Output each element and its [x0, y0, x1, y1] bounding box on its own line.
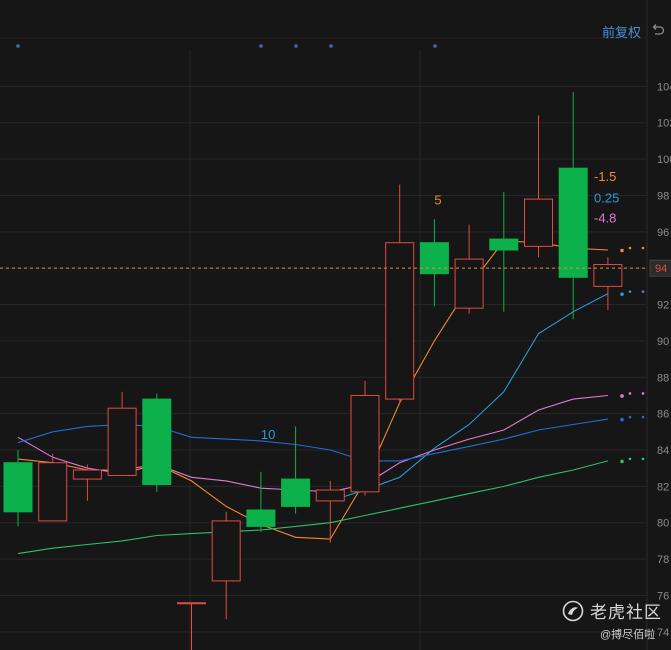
- candle: [454, 224, 484, 314]
- y-tick-label: 80: [657, 518, 669, 530]
- y-tick-label: 86: [657, 409, 669, 421]
- event-marker: [329, 44, 333, 48]
- ma-dot-ma1: [628, 246, 632, 250]
- candlestick-chart: 1041021009896949290888684828078767494510…: [0, 0, 671, 650]
- candle: [107, 391, 137, 476]
- event-marker: [294, 44, 298, 48]
- ma-line-ma5: [17, 460, 609, 555]
- candle: [177, 602, 206, 650]
- candle: [489, 191, 519, 312]
- y-tick-label: 98: [657, 190, 669, 202]
- candle-body-up: [177, 602, 206, 605]
- candle-body-up: [385, 242, 415, 400]
- y-tick-label: 100: [657, 154, 671, 166]
- ma-line-ma1: [17, 240, 608, 540]
- candle: [246, 471, 276, 532]
- candle-body-up: [315, 489, 345, 502]
- chart-annotation: 10: [261, 427, 275, 442]
- candle-body-up: [350, 394, 380, 493]
- watermark-user: @搏尽佰啦: [600, 629, 656, 641]
- event-marker: [433, 44, 437, 48]
- ma-dot-ma3: [641, 392, 645, 395]
- candle: [281, 426, 311, 514]
- ma-change-label: -4.8: [594, 211, 616, 226]
- candle-body-down: [281, 478, 311, 507]
- chart-annotation: 5: [434, 193, 441, 208]
- ma-dot-ma1: [641, 246, 645, 250]
- candle-body-down: [142, 398, 172, 486]
- ma-change-label: 0.25: [594, 191, 619, 206]
- ma-dot-ma5: [641, 457, 645, 461]
- y-tick-label: 78: [657, 554, 669, 566]
- candle: [593, 257, 623, 310]
- ma-change-label: -1.5: [594, 169, 616, 184]
- candle-body-up: [72, 469, 102, 480]
- y-tick-label: 88: [657, 372, 669, 384]
- tiger-logo-icon: [562, 600, 584, 622]
- ma-dot-ma5: [628, 457, 632, 461]
- candle-body-down: [3, 462, 33, 513]
- y-tick-label: 102: [657, 118, 671, 130]
- event-marker: [259, 44, 263, 48]
- price-adjust-button[interactable]: 前复权: [602, 22, 641, 41]
- ma-dot-ma3: [628, 392, 632, 395]
- candle: [211, 511, 241, 620]
- ma-dot-ma3: [620, 394, 624, 398]
- candle: [72, 464, 102, 501]
- candle: [524, 115, 553, 258]
- candle-body-down: [558, 167, 588, 278]
- candle-body-up: [38, 462, 68, 522]
- y-tick-label: 92: [657, 300, 669, 312]
- candle-body-up: [454, 258, 484, 309]
- y-tick-label: 84: [657, 445, 669, 457]
- undo-icon[interactable]: [651, 23, 665, 37]
- candle: [38, 453, 68, 522]
- ma-line-ma4: [17, 418, 608, 462]
- ma-line-ma3: [17, 394, 608, 493]
- candle: [558, 91, 588, 320]
- grid: [0, 0, 648, 650]
- ma-dot-ma4: [628, 415, 632, 419]
- candle-body-up: [524, 198, 553, 247]
- watermark-brand: 老虎社区: [590, 603, 662, 622]
- candle-body-up: [211, 520, 241, 582]
- ma-dot-ma4: [620, 417, 624, 422]
- candle-body-down: [419, 242, 449, 275]
- event-marker: [16, 44, 20, 48]
- candle: [350, 380, 380, 496]
- ma-dot-ma1: [620, 248, 624, 253]
- ma-dot-ma4: [641, 415, 645, 419]
- ma-dot-ma5: [620, 459, 624, 464]
- watermark: 老虎社区 @搏尽佰啦: [562, 598, 667, 642]
- ma-dot-ma2: [641, 290, 645, 293]
- candle: [385, 184, 415, 403]
- candle-body-down: [246, 509, 276, 527]
- y-tick-label: 90: [657, 336, 669, 348]
- ma-dot-ma2: [620, 292, 624, 296]
- y-tick-label: 104: [657, 81, 671, 93]
- ma-dot-ma2: [628, 290, 632, 293]
- candle: [3, 450, 33, 527]
- candle: [315, 480, 345, 543]
- current-price-label: 94: [655, 263, 667, 275]
- candle-body-down: [489, 238, 519, 251]
- candle: [142, 393, 172, 492]
- y-tick-label: 96: [657, 227, 669, 239]
- candle-body-up: [107, 407, 137, 476]
- y-tick-label: 82: [657, 481, 669, 493]
